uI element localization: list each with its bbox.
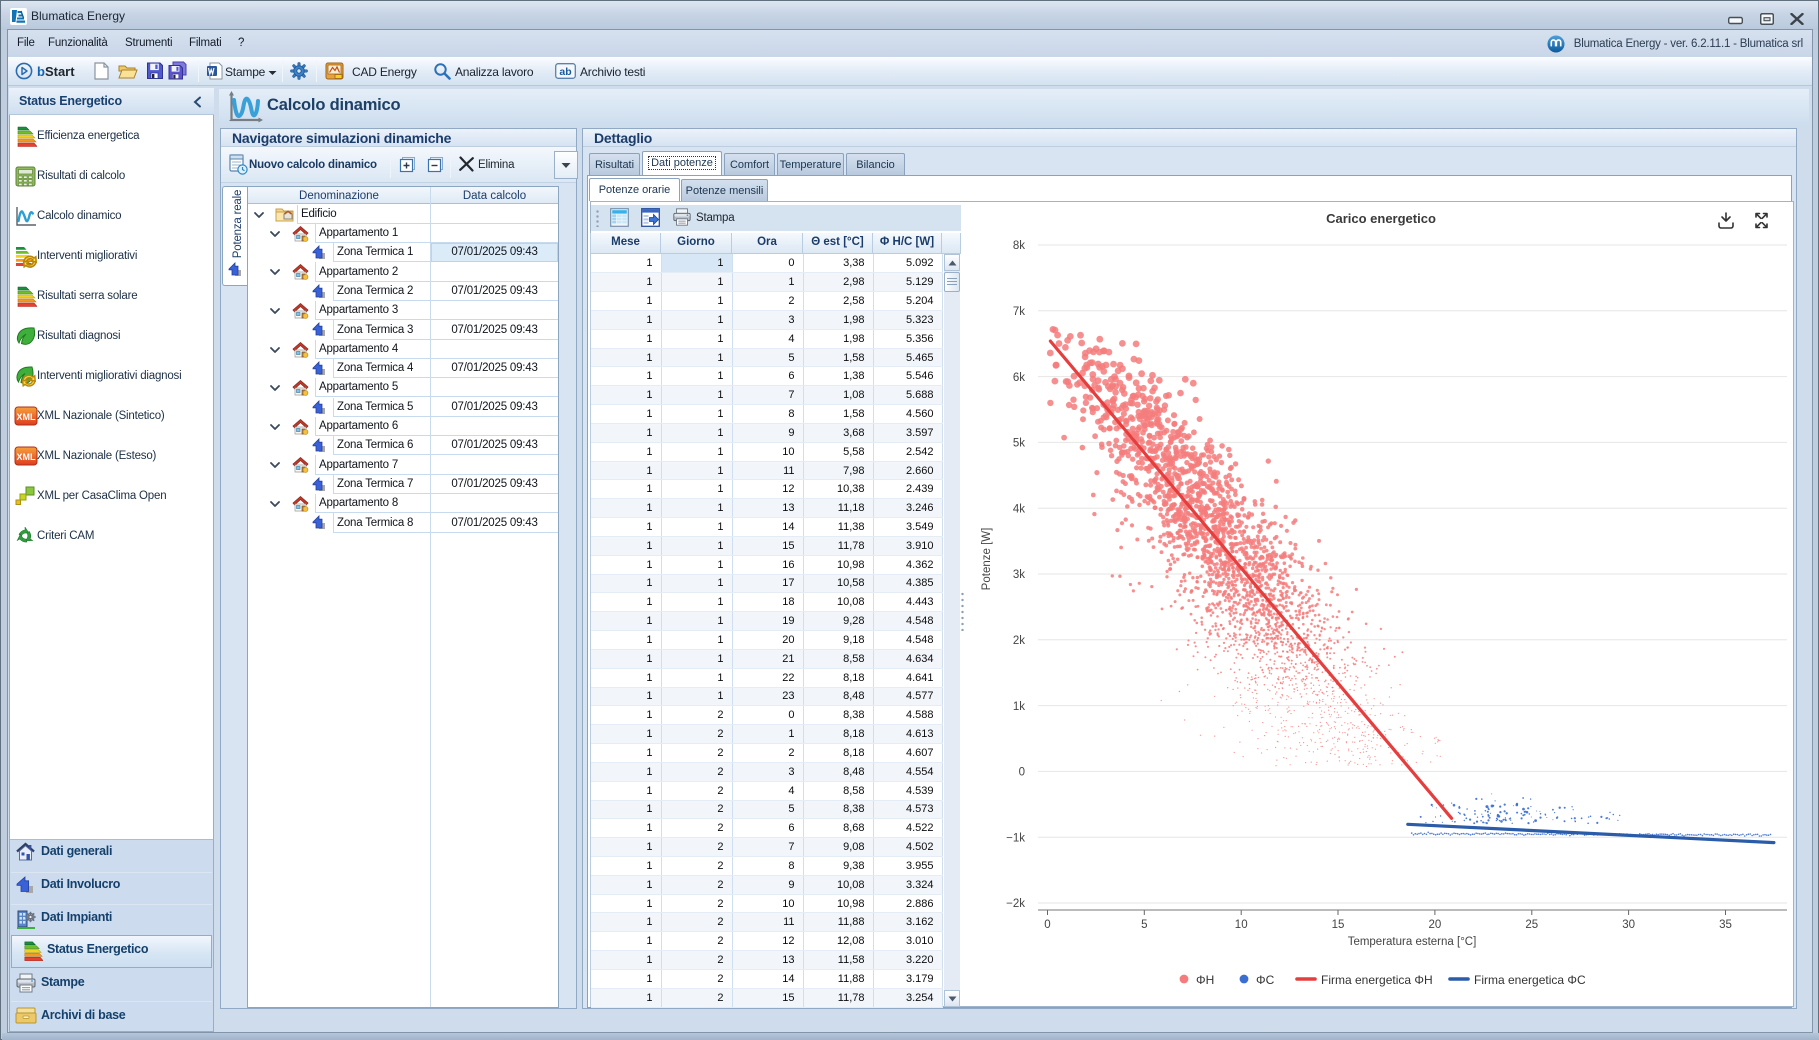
svg-text:25: 25 xyxy=(1525,919,1538,931)
svg-text:0: 0 xyxy=(1019,767,1025,779)
svg-text:20: 20 xyxy=(1429,919,1442,931)
svg-text:ΦH: ΦH xyxy=(1196,973,1214,987)
svg-text:Firma energetica ΦC: Firma energetica ΦC xyxy=(1474,973,1586,987)
svg-text:XML: XML xyxy=(17,412,37,422)
svg-text:0: 0 xyxy=(1044,919,1050,931)
svg-text:4k: 4k xyxy=(1013,503,1025,515)
svg-text:8k: 8k xyxy=(1013,240,1025,252)
svg-text:Potenze [W]: Potenze [W] xyxy=(981,528,993,591)
svg-text:30: 30 xyxy=(1622,919,1635,931)
svg-text:−2k: −2k xyxy=(1006,898,1025,910)
svg-text:XML: XML xyxy=(17,452,37,462)
svg-text:5: 5 xyxy=(1141,919,1147,931)
svg-text:ΦC: ΦC xyxy=(1256,973,1275,987)
svg-text:Temperatura esterna [°C]: Temperatura esterna [°C] xyxy=(1348,936,1477,948)
svg-text:5k: 5k xyxy=(1013,438,1025,450)
svg-text:2k: 2k xyxy=(1013,635,1025,647)
svg-text:ab: ab xyxy=(559,66,571,78)
svg-text:35: 35 xyxy=(1719,919,1732,931)
svg-text:1k: 1k xyxy=(1013,701,1025,713)
svg-text:6k: 6k xyxy=(1013,372,1025,384)
svg-text:Firma energetica ΦH: Firma energetica ΦH xyxy=(1321,973,1433,987)
svg-text:10: 10 xyxy=(1235,919,1248,931)
svg-text:−1k: −1k xyxy=(1006,832,1025,844)
svg-text:3k: 3k xyxy=(1013,569,1025,581)
svg-text:15: 15 xyxy=(1332,919,1345,931)
svg-text:7k: 7k xyxy=(1013,306,1025,318)
svg-text:Carico energetico: Carico energetico xyxy=(1326,211,1436,226)
